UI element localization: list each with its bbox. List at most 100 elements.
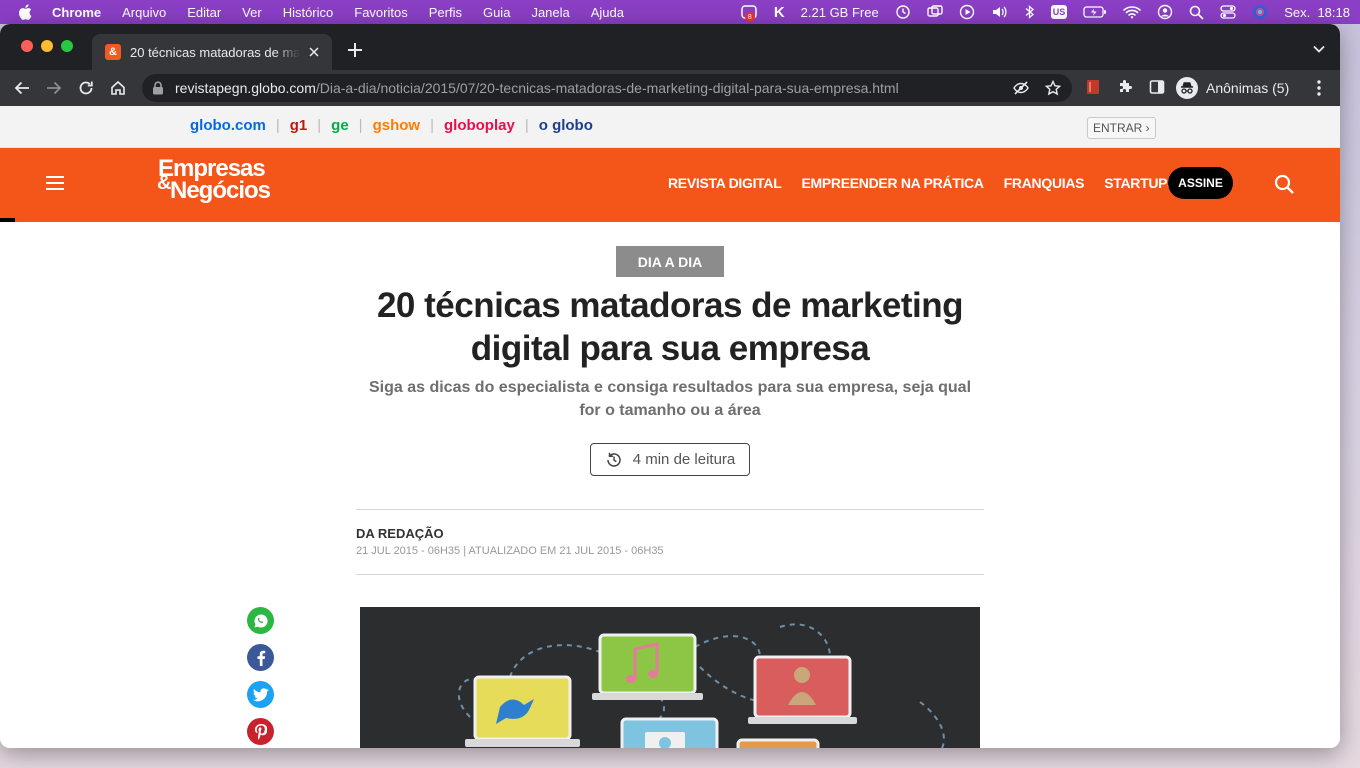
- siri-icon[interactable]: [1252, 4, 1268, 20]
- profile-label: Anônimas (5): [1206, 80, 1290, 96]
- link-globoplay[interactable]: globoplay: [444, 117, 515, 134]
- tab-search-chevron-icon[interactable]: [1312, 42, 1326, 56]
- article-hero-image[interactable]: [360, 607, 980, 748]
- link-ge[interactable]: ge: [331, 117, 349, 134]
- menu-editar[interactable]: Editar: [187, 5, 221, 20]
- article-dates: 21 JUL 2015 - 06H35 | ATUALIZADO EM 21 J…: [356, 545, 664, 557]
- laptop-person-icon: [748, 655, 857, 724]
- screens-icon[interactable]: [927, 5, 943, 19]
- nav-empreender-na-pratica[interactable]: EMPREENDER NA PRÁTICA: [801, 175, 984, 191]
- hamburger-menu-icon[interactable]: [46, 176, 64, 190]
- input-source-label: US: [1050, 5, 1068, 19]
- menu-guia[interactable]: Guia: [483, 5, 510, 20]
- close-window-button[interactable]: [21, 40, 33, 52]
- nav-franquias[interactable]: FRANQUIAS: [1004, 175, 1085, 191]
- pinterest-icon[interactable]: [247, 718, 274, 745]
- web-page: globo.com | g1 | ge | gshow | globoplay …: [0, 106, 1340, 748]
- chrome-menu-icon[interactable]: [1311, 79, 1327, 97]
- article-subtitle: Siga as dicas do especialista e consiga …: [368, 379, 972, 419]
- zoom-window-button[interactable]: [61, 40, 73, 52]
- active-tab[interactable]: & 20 técnicas matadoras de marketing dig…: [92, 34, 332, 70]
- address-bar[interactable]: revistapegn.globo.com/Dia-a-dia/noticia/…: [142, 74, 1072, 102]
- link-globo-com[interactable]: globo.com: [190, 117, 266, 134]
- browser-window: & 20 técnicas matadoras de marketing dig…: [0, 24, 1340, 748]
- nav-startups[interactable]: STARTUPS: [1104, 175, 1176, 191]
- globo-network-bar: globo.com | g1 | ge | gshow | globoplay …: [0, 106, 1340, 148]
- menu-ver[interactable]: Ver: [242, 5, 262, 20]
- apple-menu-icon[interactable]: [18, 4, 32, 20]
- tab-strip: & 20 técnicas matadoras de marketing dig…: [0, 24, 1340, 70]
- separator: |: [358, 117, 363, 134]
- input-source-indicator[interactable]: US: [1050, 5, 1068, 19]
- klack-icon[interactable]: K: [774, 4, 785, 21]
- lock-icon[interactable]: [152, 81, 166, 95]
- read-time-label: 4 min de leitura: [632, 451, 736, 468]
- play-icon[interactable]: [959, 4, 975, 20]
- separator: |: [524, 117, 529, 134]
- wifi-icon[interactable]: [1123, 5, 1142, 19]
- tracking-protection-eye-off-icon[interactable]: [1013, 80, 1029, 96]
- extensions-puzzle-icon[interactable]: [1116, 78, 1134, 96]
- login-button[interactable]: ENTRAR ›: [1087, 117, 1156, 139]
- reading-extension-icon[interactable]: [1084, 78, 1102, 96]
- control-center-icon[interactable]: [1220, 5, 1236, 19]
- whatsapp-icon[interactable]: [247, 607, 274, 634]
- menu-historico[interactable]: Histórico: [283, 5, 334, 20]
- spotlight-search-icon[interactable]: [1189, 5, 1204, 20]
- nav-revista-digital[interactable]: REVISTA DIGITAL: [668, 175, 782, 191]
- menu-janela[interactable]: Janela: [531, 5, 569, 20]
- site-logo[interactable]: Empresas & Negócios: [157, 157, 271, 204]
- menubar-clock[interactable]: Sex. 18:18: [1284, 5, 1350, 20]
- minimize-window-button[interactable]: [41, 40, 53, 52]
- separator: |: [275, 117, 280, 134]
- url-path: /Dia-a-dia/noticia/2015/07/20-tecnicas-m…: [315, 80, 899, 96]
- back-arrow-icon[interactable]: [12, 78, 32, 98]
- incognito-profile-button[interactable]: Anônimas (5): [1176, 75, 1289, 101]
- url-host: revistapegn.globo.com: [175, 80, 316, 96]
- article-author: DA REDAÇÃO: [356, 526, 444, 541]
- laptop-camera-icon: [620, 717, 719, 748]
- bluetooth-icon[interactable]: [1025, 4, 1035, 20]
- home-icon[interactable]: [108, 78, 128, 98]
- logo-ampersand: &: [157, 172, 172, 194]
- twitter-icon[interactable]: [247, 681, 274, 708]
- memory-status[interactable]: 2.21 GB Free: [801, 5, 879, 20]
- app-menu-chrome[interactable]: Chrome: [52, 5, 101, 20]
- new-tab-button[interactable]: [344, 39, 366, 61]
- menu-ajuda[interactable]: Ajuda: [591, 5, 624, 20]
- bookmark-star-icon[interactable]: [1044, 79, 1062, 96]
- menu-arquivo[interactable]: Arquivo: [122, 5, 166, 20]
- laptop-orange-icon: [736, 738, 820, 748]
- separator: |: [430, 117, 434, 134]
- volume-icon[interactable]: [991, 5, 1009, 19]
- separator: |: [317, 117, 322, 134]
- close-tab-icon[interactable]: [306, 44, 322, 60]
- history-clock-icon[interactable]: [895, 4, 911, 20]
- forward-arrow-icon[interactable]: [44, 78, 64, 98]
- section-kicker[interactable]: DIA A DIA: [616, 246, 724, 277]
- logo-line-2: Negócios: [170, 177, 271, 204]
- side-panel-icon[interactable]: [1148, 78, 1166, 96]
- macos-menu-bar: Chrome Arquivo Editar Ver Histórico Favo…: [0, 0, 1360, 24]
- laptop-bird-icon: [465, 675, 580, 747]
- laptop-music-icon: [592, 633, 703, 700]
- link-o-globo[interactable]: o globo: [539, 117, 593, 134]
- subscribe-button[interactable]: ASSINE: [1168, 167, 1233, 199]
- divider: [356, 574, 984, 575]
- menu-perfis[interactable]: Perfis: [429, 5, 462, 20]
- read-time-badge: 4 min de leitura: [590, 443, 750, 476]
- link-g1[interactable]: g1: [290, 117, 308, 134]
- user-account-icon[interactable]: [1157, 4, 1173, 20]
- notification-badge: 8: [744, 12, 755, 22]
- facebook-icon[interactable]: [247, 644, 274, 671]
- notification-app-icon[interactable]: 8: [740, 4, 758, 22]
- history-clock-icon: [606, 452, 621, 467]
- menu-favoritos[interactable]: Favoritos: [354, 5, 407, 20]
- link-gshow[interactable]: gshow: [373, 117, 421, 134]
- search-icon[interactable]: [1274, 174, 1294, 194]
- battery-icon[interactable]: [1083, 6, 1107, 18]
- site-header: Empresas & Negócios REVISTA DIGITAL EMPR…: [0, 148, 1340, 222]
- reload-icon[interactable]: [76, 78, 96, 98]
- article-headline: 20 técnicas matadoras de marketing digit…: [376, 286, 964, 368]
- browser-toolbar: revistapegn.globo.com/Dia-a-dia/noticia/…: [0, 70, 1340, 106]
